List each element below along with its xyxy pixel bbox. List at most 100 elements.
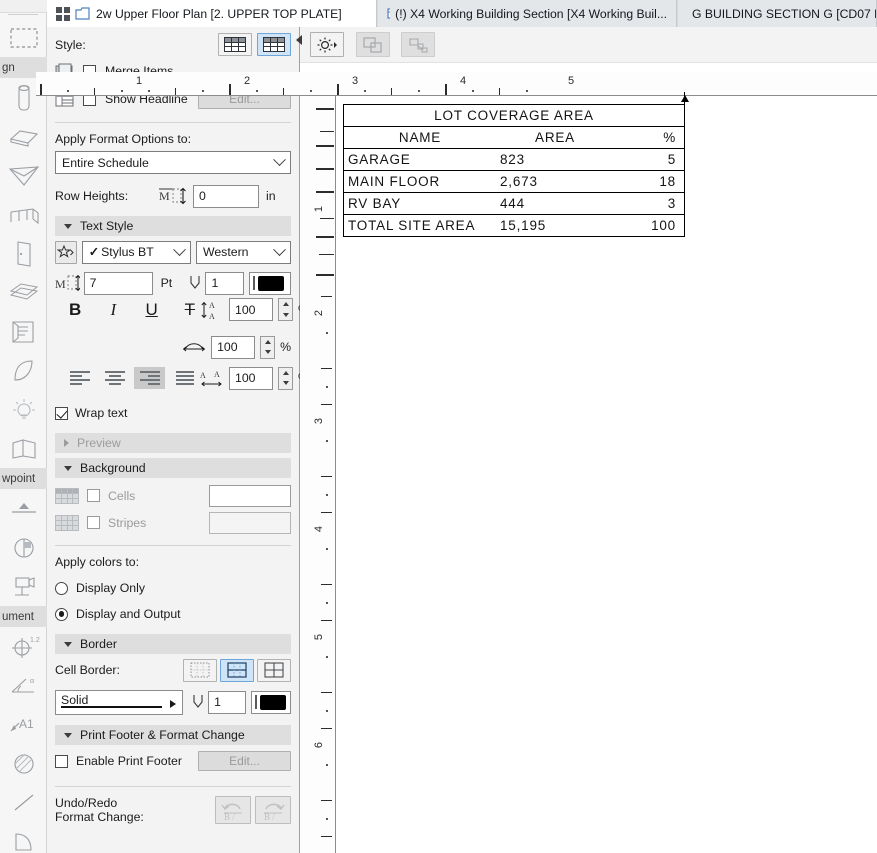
- vruler-tick-5: 5: [313, 633, 326, 641]
- zone-tool[interactable]: [0, 312, 47, 351]
- bold-button[interactable]: B: [65, 298, 85, 322]
- selection-marker[interactable]: [681, 95, 689, 102]
- apply-format-value: Entire Schedule: [62, 155, 149, 170]
- roof-tool[interactable]: [0, 156, 47, 195]
- border-horizontal-button[interactable]: [220, 658, 254, 682]
- font-check-icon: ✓: [88, 245, 100, 259]
- table-row[interactable]: TOTAL SITE AREA 15,195 100: [344, 214, 684, 236]
- wrap-text-row: Wrap text: [55, 399, 291, 427]
- background-cells-checkbox[interactable]: [87, 489, 100, 502]
- line-tool[interactable]: [0, 783, 47, 822]
- section-marker-tool[interactable]: [0, 528, 47, 567]
- display-only-label: Display Only: [76, 581, 146, 595]
- cell-area: 823: [500, 152, 525, 167]
- dimension-tool[interactable]: 1.2: [0, 627, 47, 666]
- font-family-select[interactable]: ✓ Stylus BT: [81, 240, 191, 264]
- table-style-plain-button[interactable]: [218, 33, 252, 56]
- cells-grid-icon: [55, 487, 79, 504]
- text-pen-color-swatch[interactable]: [249, 271, 291, 295]
- railing-tool[interactable]: [0, 195, 47, 234]
- background-section-header[interactable]: Background: [55, 458, 291, 478]
- border-none-button[interactable]: [183, 658, 217, 682]
- table-headline-icon: [263, 37, 285, 52]
- pen-color-chip: [258, 275, 285, 291]
- morph-tool[interactable]: [0, 429, 47, 468]
- redo-format-change-button[interactable]: B /: [255, 796, 291, 824]
- table-row[interactable]: RV BAY 444 3: [344, 192, 684, 214]
- panel-collapse-handle[interactable]: [296, 35, 302, 45]
- slab-tool[interactable]: [0, 117, 47, 156]
- text-style-section-header[interactable]: Text Style: [55, 216, 291, 236]
- shell-tool[interactable]: [0, 351, 47, 390]
- undo-format-change-button[interactable]: B /: [215, 796, 251, 824]
- chevron-down-icon: [273, 153, 286, 167]
- border-section-header[interactable]: Border: [55, 634, 291, 654]
- fill-tool[interactable]: [0, 744, 47, 783]
- italic-button[interactable]: I: [103, 298, 123, 322]
- vertical-ruler[interactable]: 1 2 3 4 5 6: [300, 96, 336, 853]
- underline-button[interactable]: U: [142, 298, 162, 322]
- schedule-settings-button[interactable]: [310, 32, 344, 57]
- enable-print-footer-checkbox[interactable]: [55, 754, 68, 768]
- chevron-right-icon: [170, 699, 177, 708]
- text-pen-input[interactable]: 1: [205, 271, 245, 295]
- apply-format-select[interactable]: Entire Schedule: [55, 151, 291, 174]
- lamp-tool[interactable]: [0, 390, 47, 429]
- border-linetype-select[interactable]: Solid: [55, 689, 184, 715]
- camera-tool[interactable]: [0, 567, 47, 606]
- door-tool[interactable]: [0, 234, 47, 273]
- line-spacing-stepper[interactable]: [278, 298, 293, 321]
- font-size-input[interactable]: 7: [83, 271, 153, 295]
- tab-bar: 2w Upper Floor Plan [2. UPPER TOP PLATE]…: [47, 0, 877, 27]
- row-heights-input[interactable]: 0: [193, 184, 259, 208]
- viewpoint-group-label: wpoint: [0, 468, 47, 489]
- align-justify-icon: [175, 369, 194, 387]
- border-pen-input[interactable]: 1: [208, 690, 246, 714]
- background-stripes-checkbox[interactable]: [87, 516, 100, 529]
- favorites-button[interactable]: [55, 240, 77, 264]
- tab-upper-floor-plan[interactable]: 2w Upper Floor Plan [2. UPPER TOP PLATE]: [47, 0, 377, 27]
- display-and-output-radio[interactable]: [55, 607, 68, 621]
- elevation-marker-tool[interactable]: [0, 489, 47, 528]
- width-factor-input[interactable]: 100: [211, 335, 256, 359]
- column-header-pct: %: [663, 130, 676, 145]
- tab-g-building-section[interactable]: G BUILDING SECTION G [CD07 BUILD: [677, 0, 877, 27]
- preview-section-header[interactable]: Preview: [55, 433, 291, 453]
- angle-dimension-tool[interactable]: α: [0, 666, 47, 705]
- char-spacing-input[interactable]: 100: [229, 366, 273, 390]
- background-stripes-color[interactable]: [209, 511, 291, 534]
- border-pen-color-swatch[interactable]: [250, 690, 291, 714]
- char-spacing-stepper[interactable]: [278, 366, 293, 390]
- horizontal-ruler[interactable]: 1 2 3 4 5: [36, 72, 877, 96]
- table-row[interactable]: GARAGE 823 5: [344, 148, 684, 170]
- stripes-grid-icon: [55, 514, 79, 531]
- border-all-button[interactable]: [257, 658, 291, 682]
- background-cells-label: Cells: [108, 488, 136, 503]
- select-items-icon: [363, 36, 382, 53]
- select-all-items-button[interactable]: [356, 32, 390, 57]
- font-script-select[interactable]: Western: [195, 240, 291, 264]
- align-justify-button[interactable]: [169, 367, 200, 389]
- align-center-button[interactable]: [99, 367, 130, 389]
- mesh-tool[interactable]: [0, 273, 47, 312]
- tab-label: 2w Upper Floor Plan [2. UPPER TOP PLATE]: [96, 6, 342, 21]
- marquee-tool[interactable]: [0, 18, 47, 57]
- print-footer-section-header[interactable]: Print Footer & Format Change: [55, 725, 291, 745]
- strikethrough-button[interactable]: T: [180, 298, 200, 322]
- schedule-table[interactable]: LOT COVERAGE AREA NAME AREA % GARAGE 823…: [343, 104, 685, 237]
- table-style-headline-button[interactable]: [257, 33, 291, 56]
- arc-tool[interactable]: [0, 822, 47, 853]
- label-tool[interactable]: A1: [0, 705, 47, 744]
- table-row[interactable]: MAIN FLOOR 2,673 18: [344, 170, 684, 192]
- display-only-radio[interactable]: [55, 581, 68, 595]
- wrap-text-checkbox[interactable]: [55, 406, 68, 420]
- background-cells-color[interactable]: [209, 484, 291, 507]
- align-right-button[interactable]: [134, 367, 165, 389]
- width-factor-stepper[interactable]: [260, 335, 276, 359]
- tab-x4-working-building-section[interactable]: (!) X4 Working Building Section [X4 Work…: [377, 0, 677, 27]
- line-spacing-input[interactable]: 100: [229, 298, 273, 321]
- svg-text:M: M: [159, 189, 170, 203]
- align-left-button[interactable]: [64, 367, 95, 389]
- show-selection-3d-button[interactable]: [401, 32, 435, 57]
- print-footer-edit-button[interactable]: Edit...: [198, 751, 291, 771]
